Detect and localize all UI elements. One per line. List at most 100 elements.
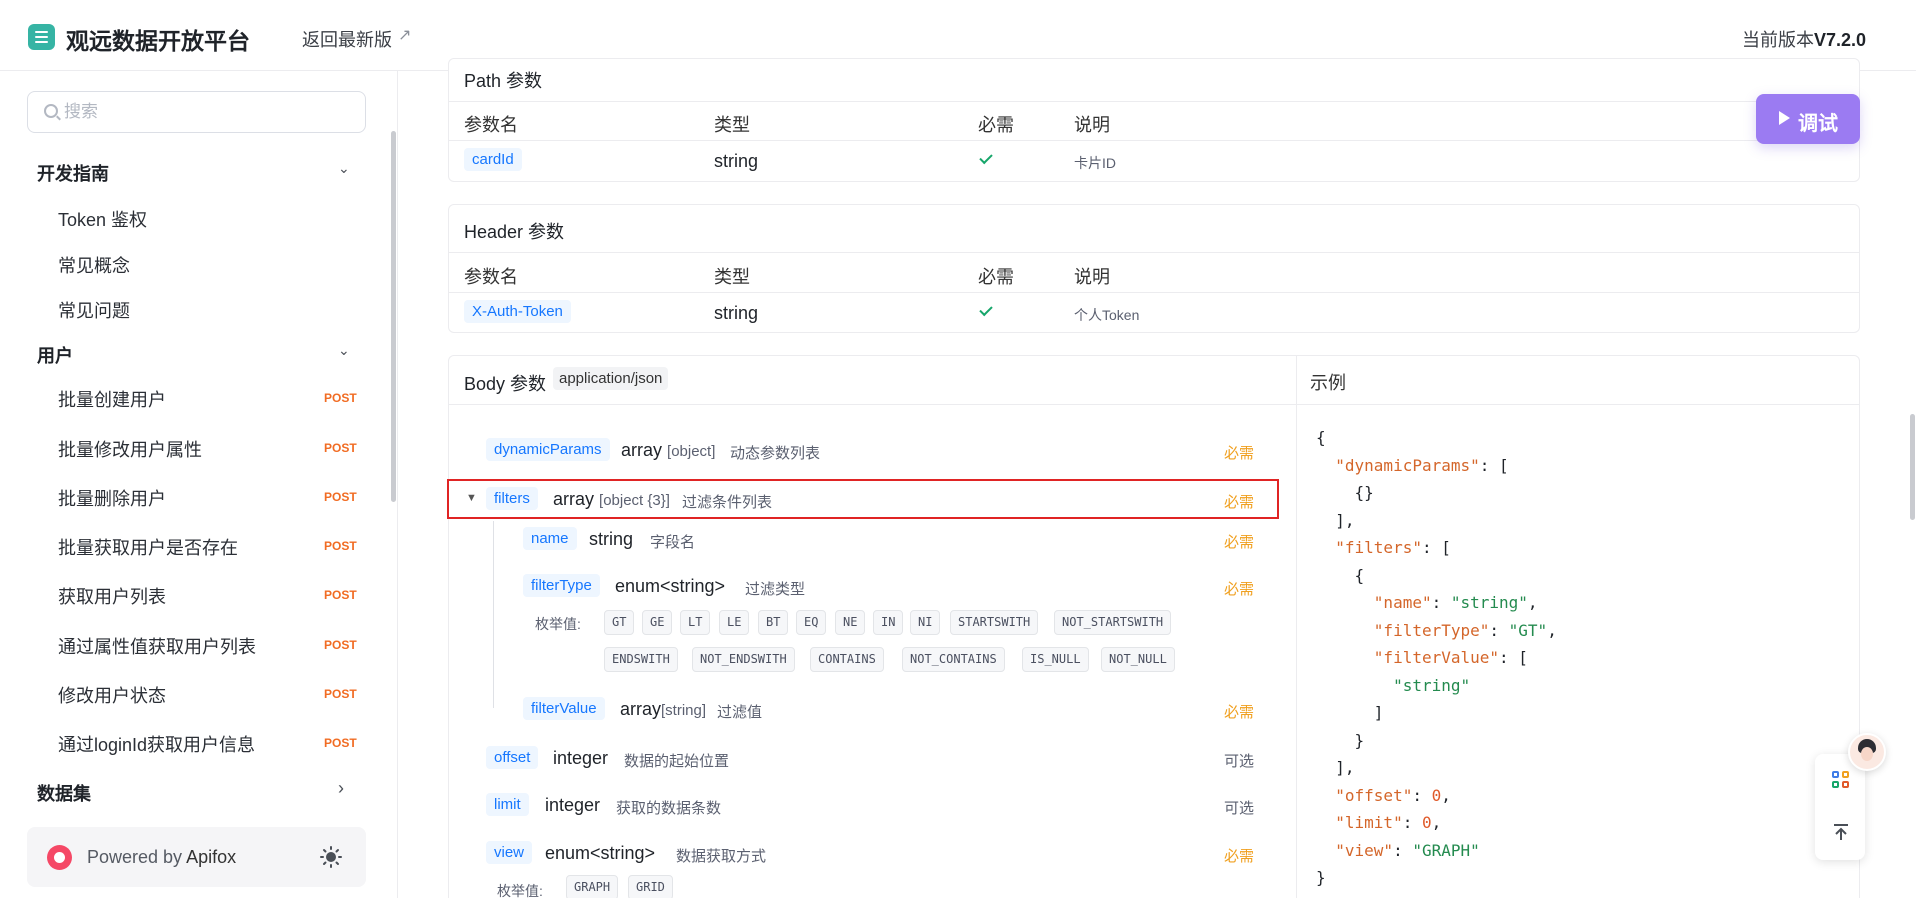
- assistant-avatar[interactable]: [1848, 733, 1886, 771]
- enum-chip: GT: [604, 610, 635, 635]
- field-type-main: array: [621, 440, 663, 460]
- col-required: 必需: [978, 115, 1014, 135]
- chevron-down-icon[interactable]: ⌄: [338, 160, 350, 177]
- nav-item-batch-update-user-attrs[interactable]: 批量修改用户属性: [58, 436, 202, 462]
- back-to-top-icon[interactable]: [1832, 823, 1850, 841]
- search-box[interactable]: [27, 91, 366, 133]
- sidebar-scrollbar[interactable]: [391, 131, 396, 502]
- field-name[interactable]: offset: [486, 746, 539, 769]
- method-badge: POST: [324, 638, 357, 652]
- field-desc: 过滤条件列表: [682, 494, 773, 511]
- header-params-title: Header 参数: [464, 222, 565, 242]
- enum-chip: LT: [680, 610, 711, 635]
- nav-item-get-user-list[interactable]: 获取用户列表: [58, 583, 166, 609]
- collapse-toggle-icon[interactable]: ▼: [466, 492, 477, 504]
- divider: [449, 140, 1859, 141]
- param-name-x-auth-token[interactable]: X-Auth-Token: [464, 300, 571, 323]
- nav-item-token-auth[interactable]: Token 鉴权: [58, 206, 147, 232]
- powered-prefix: Powered by: [87, 847, 187, 867]
- search-icon: [44, 104, 58, 118]
- divider: [449, 292, 1859, 293]
- method-badge: POST: [324, 490, 357, 504]
- search-input[interactable]: [64, 100, 344, 124]
- code-punct: {: [1316, 428, 1326, 447]
- method-badge: POST: [324, 441, 357, 455]
- divider: [449, 404, 1859, 405]
- brand-title[interactable]: 观远数据开放平台: [66, 22, 250, 56]
- col-desc: 说明: [1074, 267, 1110, 287]
- enum-chip: IS_NULL: [1022, 647, 1089, 672]
- field-name[interactable]: limit: [486, 793, 529, 816]
- powered-by-text: Powered by Apifox: [87, 847, 236, 868]
- main-scrollbar[interactable]: [1910, 414, 1915, 520]
- enum-chip: NE: [835, 610, 866, 635]
- nav-item-batch-create-users[interactable]: 批量创建用户: [58, 386, 166, 412]
- col-type: 类型: [714, 115, 750, 135]
- back-to-latest-link[interactable]: 返回最新版: [302, 26, 392, 52]
- enum-chip: NOT_ENDSWITH: [692, 647, 795, 672]
- chevron-down-icon[interactable]: ⌄: [338, 342, 350, 359]
- sidebar: 开发指南 ⌄ Token 鉴权 常见概念 常见问题 用户 ⌄ 批量创建用户 PO…: [0, 71, 398, 898]
- code-string: "GT": [1508, 620, 1548, 640]
- nav-item-get-users-by-attr[interactable]: 通过属性值获取用户列表: [58, 633, 256, 659]
- field-desc: 数据获取方式: [676, 848, 767, 865]
- nav-item-faq[interactable]: 常见问题: [58, 297, 130, 323]
- powered-brand: Apifox: [186, 847, 237, 867]
- powered-by-footer[interactable]: Powered by Apifox: [27, 827, 366, 887]
- column-divider: [1296, 356, 1297, 898]
- tree-guide-line: [493, 521, 494, 708]
- code-number: 0: [1421, 813, 1432, 832]
- sun-icon[interactable]: [320, 846, 342, 868]
- field-name[interactable]: view: [486, 841, 533, 864]
- debug-button[interactable]: 调试: [1756, 94, 1860, 144]
- method-badge: POST: [324, 391, 357, 405]
- logo-icon[interactable]: [28, 24, 55, 50]
- nav-item-get-user-by-loginid[interactable]: 通过loginId获取用户信息: [58, 731, 255, 757]
- field-type: integer: [553, 748, 609, 768]
- nav-group-dataset[interactable]: 数据集: [37, 780, 91, 806]
- optional-tag: 可选: [1224, 800, 1255, 817]
- enum-chip: GE: [642, 610, 673, 635]
- enum-label: 枚举值:: [497, 883, 543, 898]
- apps-icon[interactable]: [1832, 771, 1850, 789]
- required-tag: 必需: [1224, 848, 1255, 865]
- field-type: enum<string>: [545, 843, 656, 863]
- play-icon: [1779, 111, 1790, 125]
- field-name[interactable]: dynamicParams: [486, 438, 610, 461]
- col-param-name: 参数名: [464, 115, 518, 135]
- optional-tag: 可选: [1224, 753, 1255, 770]
- external-arrow-icon: ↗: [398, 27, 412, 44]
- field-type: array [object {3}]: [553, 489, 670, 510]
- code-key: "filters": [1335, 538, 1422, 557]
- field-name[interactable]: filters: [486, 487, 538, 510]
- path-params-title: Path 参数: [464, 71, 543, 91]
- code-string: "GRAPH": [1412, 840, 1480, 860]
- field-name[interactable]: name: [523, 527, 577, 550]
- col-param-name: 参数名: [464, 267, 518, 287]
- nav-item-concepts[interactable]: 常见概念: [58, 252, 130, 278]
- param-type: string: [714, 303, 759, 323]
- param-name-cardid[interactable]: cardId: [464, 148, 522, 171]
- field-name[interactable]: filterValue: [523, 697, 605, 720]
- enum-chip: EQ: [796, 610, 827, 635]
- param-desc: 卡片ID: [1074, 155, 1116, 171]
- nav-item-batch-delete-users[interactable]: 批量删除用户: [58, 485, 166, 511]
- enum-chip: NI: [910, 610, 941, 635]
- nav-item-update-user-status[interactable]: 修改用户状态: [58, 682, 166, 708]
- version-label[interactable]: 当前版本V7.2.0: [1742, 26, 1866, 52]
- code-key: "dynamicParams": [1335, 455, 1480, 475]
- version-number: V7.2.0: [1813, 30, 1866, 50]
- code-number: 0: [1431, 785, 1442, 805]
- field-type: enum<string>: [615, 576, 726, 596]
- nav-group-dev-guide[interactable]: 开发指南: [37, 160, 109, 186]
- example-json-code: { "dynamicParams": [ {} ], "filters": [ …: [1316, 428, 1557, 887]
- method-badge: POST: [324, 687, 357, 701]
- nav-group-user[interactable]: 用户: [37, 342, 73, 368]
- field-desc: 过滤值: [717, 704, 763, 721]
- field-type-detail: [object {3}]: [599, 492, 670, 509]
- field-name[interactable]: filterType: [523, 574, 600, 597]
- field-desc: 数据的起始位置: [624, 753, 730, 770]
- chevron-right-icon[interactable]: ›: [338, 778, 344, 799]
- nav-item-batch-check-users[interactable]: 批量获取用户是否存在: [58, 534, 238, 560]
- col-required: 必需: [978, 267, 1014, 287]
